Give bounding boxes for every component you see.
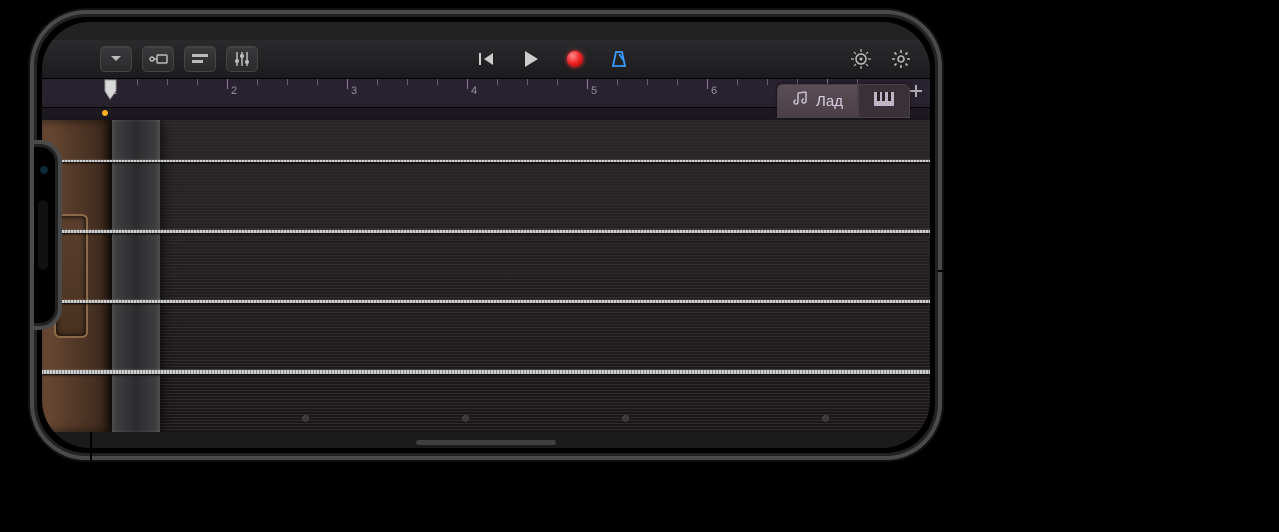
play-button[interactable]	[518, 46, 544, 72]
bass-string-e[interactable]	[42, 370, 930, 374]
go-to-beginning-button[interactable]	[474, 46, 500, 72]
fx-sliders-icon	[234, 51, 250, 67]
bass-string-d[interactable]	[42, 230, 930, 233]
metronome-icon	[610, 50, 628, 68]
plus-icon	[908, 90, 924, 102]
fretboard-nut	[112, 120, 160, 432]
left-tool-group	[100, 46, 258, 72]
right-tool-group	[848, 46, 914, 72]
transport-group	[474, 46, 632, 72]
record-icon	[567, 51, 583, 67]
piano-keys-icon	[873, 91, 895, 111]
tab-scale[interactable]: Лад	[777, 84, 858, 118]
browser-button[interactable]	[142, 46, 174, 72]
add-section-button[interactable]	[908, 83, 924, 102]
play-icon	[523, 50, 539, 68]
browser-icon	[148, 52, 168, 66]
playhead[interactable]	[104, 79, 120, 117]
fret-marker-dot	[622, 415, 629, 422]
device-notch	[30, 140, 62, 330]
bar-number: 2	[231, 85, 237, 97]
tab-keyboard[interactable]	[858, 84, 910, 118]
phone-device-frame: 1 2 3 4 5 6 7	[30, 10, 942, 460]
bar-number: 5	[591, 85, 597, 97]
tracks-view-icon	[191, 52, 209, 66]
view-mode-tabs: Лад	[777, 84, 910, 118]
device-side-button	[234, 458, 314, 460]
bar-number: 4	[471, 85, 477, 97]
metronome-button[interactable]	[606, 46, 632, 72]
callout-bracket-strings	[961, 145, 969, 390]
device-mute-switch	[940, 104, 942, 132]
device-volume-down	[940, 214, 942, 264]
tab-scale-label: Лад	[816, 93, 843, 110]
notes-icon	[792, 91, 810, 111]
hints-icon	[851, 49, 871, 69]
chevron-down-icon	[109, 52, 123, 66]
bass-string-a[interactable]	[42, 300, 930, 303]
device-volume-up	[940, 154, 942, 204]
fret-marker-dot	[302, 415, 309, 422]
bass-string-g[interactable]	[42, 160, 930, 162]
status-bar	[42, 22, 930, 40]
control-bar	[42, 40, 930, 78]
my-songs-button[interactable]	[100, 46, 132, 72]
record-button[interactable]	[562, 46, 588, 72]
home-indicator	[416, 440, 556, 445]
callout-leader-strings	[938, 270, 964, 272]
rewind-icon	[478, 51, 496, 67]
tracks-view-button[interactable]	[184, 46, 216, 72]
track-controls-button[interactable]	[226, 46, 258, 72]
song-settings-button[interactable]	[888, 46, 914, 72]
app-screen: 1 2 3 4 5 6 7	[42, 22, 930, 448]
master-effects-button[interactable]	[848, 46, 874, 72]
settings-gear-icon	[891, 49, 911, 69]
bar-number: 6	[711, 85, 717, 97]
bass-fretboard[interactable]	[42, 120, 930, 432]
bar-number: 3	[351, 85, 357, 97]
fret-marker-dot	[462, 415, 469, 422]
fret-marker-dot	[822, 415, 829, 422]
device-side-button-2	[344, 458, 394, 460]
